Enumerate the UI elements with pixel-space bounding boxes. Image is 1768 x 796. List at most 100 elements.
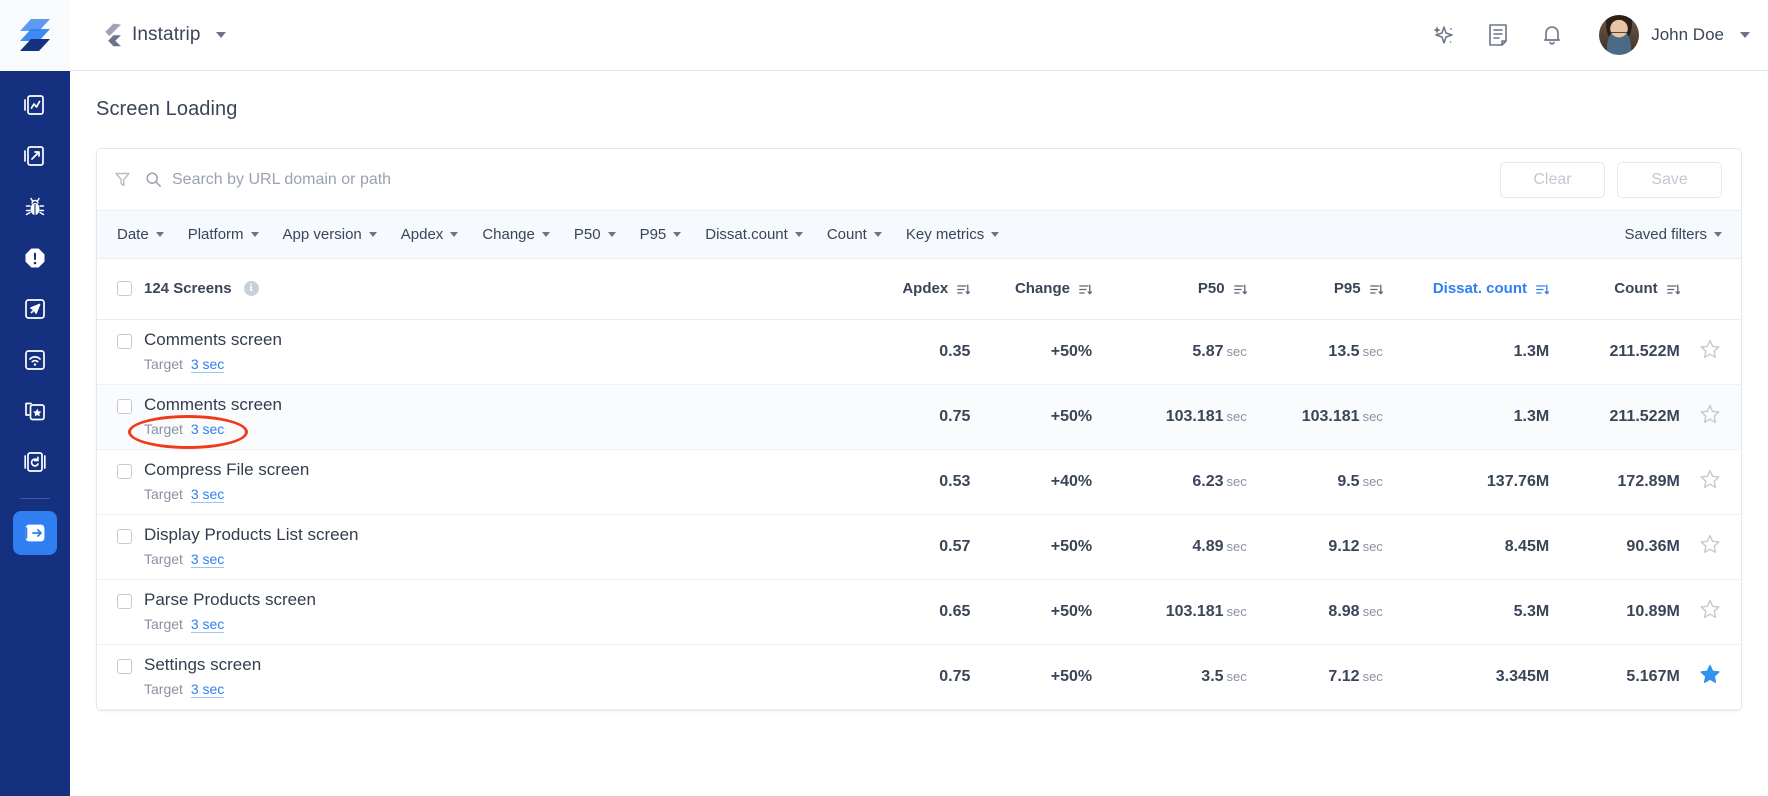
user-menu[interactable]: John Doe	[1599, 15, 1750, 55]
row-checkbox[interactable]	[117, 658, 132, 674]
target-label: Target	[144, 550, 183, 567]
filter-dissat-count[interactable]: Dissat.count	[705, 226, 803, 243]
chevron-down-icon	[794, 232, 803, 237]
table-header-p50[interactable]: P50	[1092, 259, 1247, 319]
apdex-value: 0.75	[939, 667, 971, 685]
filter-platform[interactable]: Platform	[188, 226, 259, 243]
sidebar-item-dashboard[interactable]	[13, 83, 57, 127]
table-header-dissat-count[interactable]: Dissat. count	[1383, 259, 1550, 319]
row-checkbox[interactable]	[117, 398, 132, 414]
star-outline-icon[interactable]	[1699, 599, 1721, 620]
screen-name[interactable]: Compress File screen	[144, 460, 309, 480]
favorite-cell	[1680, 319, 1741, 384]
target-label: Target	[144, 355, 183, 372]
save-button[interactable]: Save	[1617, 161, 1722, 198]
docs-button[interactable]	[1471, 8, 1525, 62]
ai-assistant-button[interactable]	[1417, 8, 1471, 62]
row-checkbox[interactable]	[117, 333, 132, 349]
row-checkbox[interactable]	[117, 593, 132, 609]
app-logo[interactable]	[0, 0, 70, 71]
target-value[interactable]: 3 sec	[190, 355, 225, 373]
filter-app-version-label: App version	[282, 226, 362, 243]
dissat-count-value: 8.45M	[1504, 537, 1550, 555]
star-outline-icon[interactable]	[1699, 534, 1721, 555]
table-row[interactable]: Comments screen Target 3 sec 0.75 +50% 1…	[97, 384, 1741, 449]
screen-name[interactable]: Comments screen	[144, 330, 282, 350]
sidebar-item-reports[interactable]	[13, 134, 57, 178]
sidebar-item-launch[interactable]	[13, 287, 57, 331]
filter-count[interactable]: Count	[827, 226, 882, 243]
chevron-down-icon	[1714, 232, 1722, 237]
table-header-change[interactable]: Change	[970, 259, 1093, 319]
table-row[interactable]: Compress File screen Target 3 sec 0.53 +…	[97, 449, 1741, 514]
app-switcher[interactable]: Instatrip	[99, 0, 226, 71]
target-value[interactable]: 3 sec	[191, 421, 224, 437]
p50-number: 4.89	[1192, 537, 1224, 555]
p95-number: 9.5	[1337, 472, 1360, 490]
star-outline-icon[interactable]	[1699, 339, 1721, 360]
saved-filters-dropdown[interactable]: Saved filters	[1624, 226, 1722, 243]
page-title: Screen Loading	[96, 98, 238, 120]
p50-value: 5.87 sec	[1092, 319, 1246, 384]
screen-name[interactable]: Display Products List screen	[144, 525, 358, 545]
sidebar-item-history[interactable]	[13, 440, 57, 484]
screen-name[interactable]: Comments screen	[144, 395, 282, 415]
sidebar-item-screen-loading[interactable]	[13, 511, 57, 555]
target-label: Target	[144, 420, 183, 437]
target-value[interactable]: 3 sec	[190, 550, 225, 568]
star-filled-icon[interactable]	[1699, 664, 1721, 685]
favorite-cell	[1680, 514, 1741, 579]
table-row[interactable]: Comments screen Target 3 sec 0.35 +50% 5…	[97, 319, 1741, 384]
document-icon	[1489, 24, 1508, 46]
bell-icon	[1543, 26, 1561, 45]
target-line: Target 3 sec	[144, 421, 224, 437]
dissat-count-value: 1.3M	[1513, 407, 1550, 425]
star-outline-icon[interactable]	[1699, 404, 1721, 425]
unit-label: sec	[1226, 473, 1247, 489]
filter-date[interactable]: Date	[117, 226, 164, 243]
row-checkbox[interactable]	[117, 528, 132, 544]
table-header-p95[interactable]: P95	[1247, 259, 1383, 319]
table-row[interactable]: Display Products List screen Target 3 se…	[97, 514, 1741, 579]
funnel-icon[interactable]	[113, 170, 132, 189]
p50-number: 103.181	[1165, 602, 1224, 620]
p95-number: 9.12	[1328, 537, 1360, 555]
app-root: Instatrip John Doe Screen Loading Search…	[0, 0, 1768, 796]
sidebar-item-errors[interactable]	[13, 236, 57, 280]
table-header-count[interactable]: Count	[1549, 259, 1680, 319]
filter-apdex[interactable]: Apdex	[401, 226, 459, 243]
notifications-button[interactable]	[1525, 8, 1579, 62]
sidebar-item-favorites[interactable]	[13, 389, 57, 433]
row-name-cell: Comments screen Target 3 sec	[97, 319, 863, 384]
sidebar-item-network[interactable]	[13, 338, 57, 382]
filter-app-version[interactable]: App version	[283, 226, 377, 243]
target-value[interactable]: 3 sec	[190, 615, 225, 633]
screen-name[interactable]: Settings screen	[144, 655, 261, 675]
filter-p95[interactable]: P95	[640, 226, 682, 243]
search-input[interactable]	[172, 170, 1488, 189]
target-value[interactable]: 3 sec	[190, 680, 225, 698]
select-all-checkbox[interactable]	[117, 281, 132, 297]
chevron-down-icon	[673, 232, 682, 237]
unit-label: sec	[1362, 473, 1383, 489]
filter-key-metrics[interactable]: Key metrics	[906, 226, 1000, 243]
filter-p50[interactable]: P50	[574, 226, 616, 243]
p50-value: 6.23 sec	[1092, 449, 1247, 514]
target-line: Target 3 sec	[144, 550, 225, 568]
table-row[interactable]: Settings screen Target 3 sec 0.75 +50% 3…	[97, 644, 1741, 709]
info-icon[interactable]: i	[243, 281, 259, 297]
clear-button[interactable]: Clear	[1500, 161, 1605, 198]
filter-change[interactable]: Change	[482, 226, 550, 243]
sidebar-item-bugs[interactable]	[13, 185, 57, 229]
target-label: Target	[144, 615, 183, 632]
row-checkbox[interactable]	[117, 463, 132, 479]
screen-name[interactable]: Parse Products screen	[144, 590, 316, 610]
table-row[interactable]: Parse Products screen Target 3 sec 0.65	[97, 579, 1741, 644]
p95-value: 13.5 sec	[1247, 319, 1382, 384]
table-header-apdex[interactable]: Apdex	[863, 259, 971, 319]
filter-date-label: Date	[117, 226, 149, 243]
count-value: 10.89M	[1626, 602, 1680, 620]
star-outline-icon[interactable]	[1699, 469, 1721, 490]
p50-number: 103.181	[1165, 407, 1224, 425]
target-value[interactable]: 3 sec	[190, 485, 225, 503]
